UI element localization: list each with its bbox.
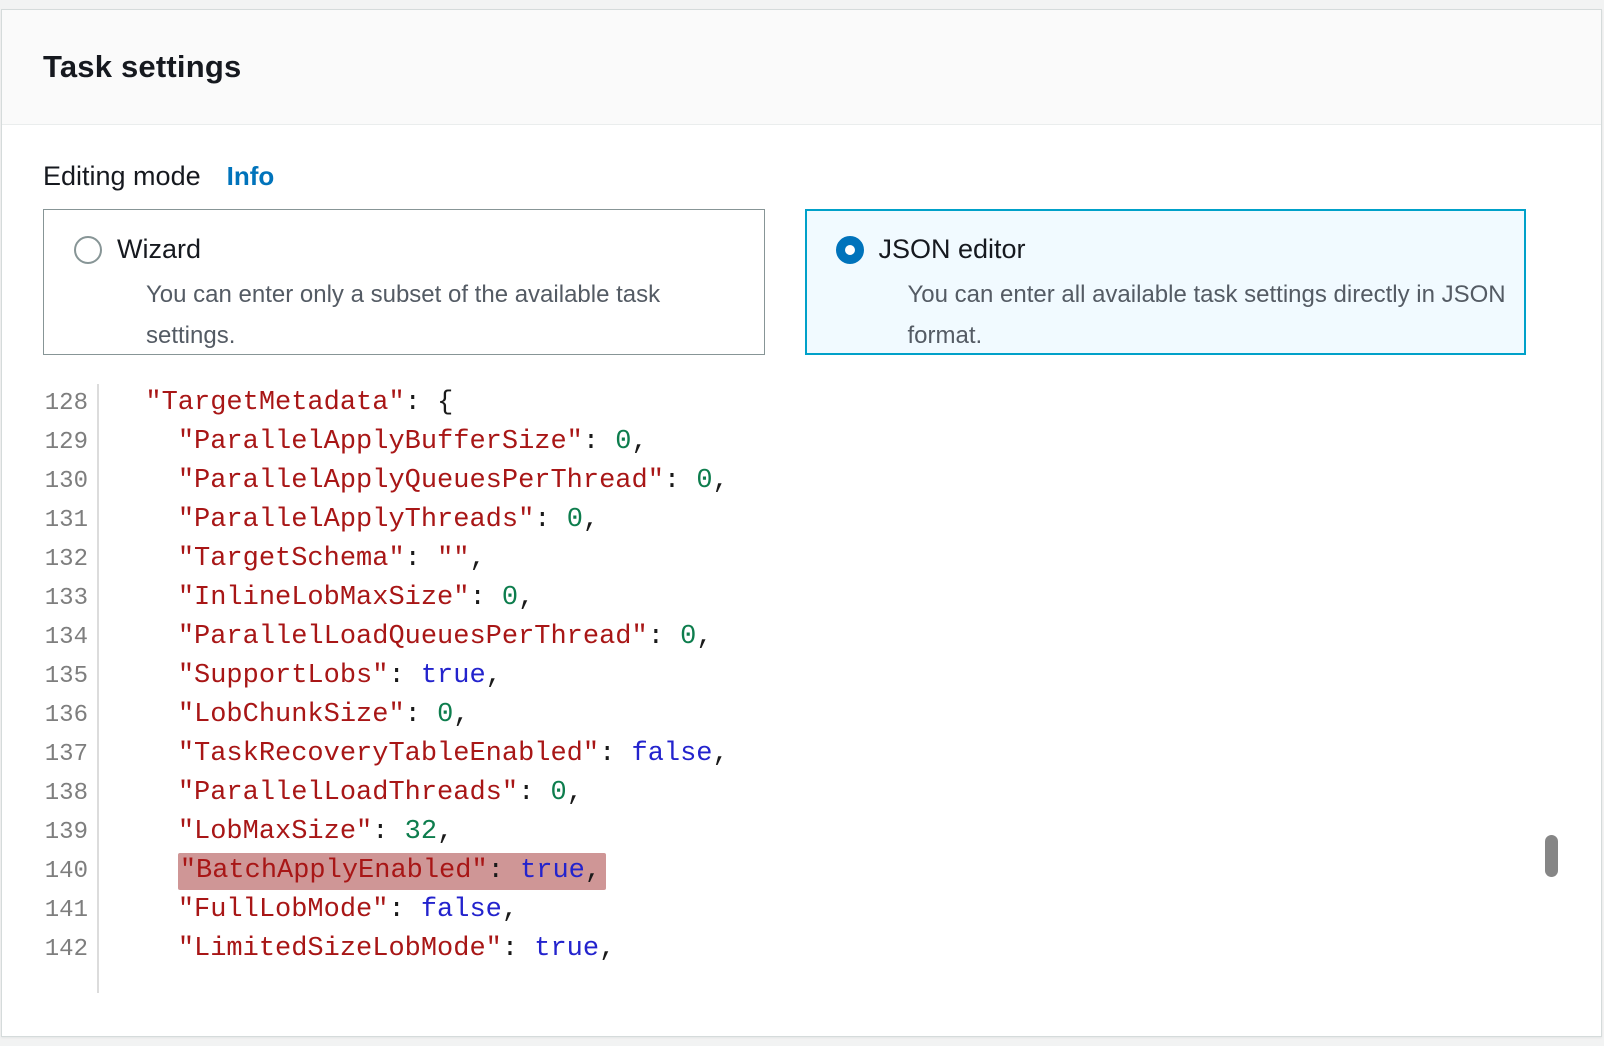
line-number: 136 [2,696,99,735]
editor-line: 142 "LimitedSizeLobMode": true, [2,930,1601,969]
wizard-option-title: Wizard [117,234,201,265]
info-link[interactable]: Info [227,161,275,192]
line-number: 138 [2,774,99,813]
editing-mode-row: Editing mode Info [43,161,1601,192]
editor-line: 129 "ParallelApplyBufferSize": 0, [2,423,1601,462]
page-title: Task settings [43,49,241,85]
panel-content: Editing mode Info Wizard You can enter o… [2,125,1601,993]
editor-line: 128 "TargetMetadata": { [2,384,1601,423]
editor-line: 134 "ParallelLoadQueuesPerThread": 0, [2,618,1601,657]
line-number: 139 [2,813,99,852]
line-number: 142 [2,930,99,969]
editor-line: 132 "TargetSchema": "", [2,540,1601,579]
editor-line: 140 "BatchApplyEnabled": true, [2,852,1601,891]
line-number: 132 [2,540,99,579]
code-line-content: "ParallelApplyQueuesPerThread": 0, [99,462,729,501]
code-line-content: "InlineLobMaxSize": 0, [99,579,534,618]
editor-line: 139 "LobMaxSize": 32, [2,813,1601,852]
code-line-content: "TaskRecoveryTableEnabled": false, [99,735,729,774]
code-line-content: "ParallelApplyBufferSize": 0, [99,423,648,462]
code-line-content: "LobMaxSize": 32, [99,813,453,852]
code-line-content: "TargetSchema": "", [99,540,486,579]
line-number: 130 [2,462,99,501]
line-number: 128 [2,384,99,423]
line-number: 129 [2,423,99,462]
editor-line: 131 "ParallelApplyThreads": 0, [2,501,1601,540]
editor-line: 130 "ParallelApplyQueuesPerThread": 0, [2,462,1601,501]
json-code-editor[interactable]: 128 "TargetMetadata": {129 "ParallelAppl… [2,384,1601,993]
wizard-option-card[interactable]: Wizard You can enter only a subset of th… [43,209,765,355]
panel-header: Task settings [2,10,1601,125]
editor-line: 141 "FullLobMode": false, [2,891,1601,930]
code-line-content: "LobChunkSize": 0, [99,696,469,735]
line-number: 134 [2,618,99,657]
json-editor-option-card[interactable]: JSON editor You can enter all available … [805,209,1527,355]
wizard-option-head: Wizard [74,234,754,265]
wizard-radio-button[interactable] [74,236,102,264]
code-line-content: "ParallelLoadThreads": 0, [99,774,583,813]
editor-gutter-stub [2,969,1601,993]
json-editor-radio-button[interactable] [836,236,864,264]
editor-line: 138 "ParallelLoadThreads": 0, [2,774,1601,813]
code-line-content: "ParallelApplyThreads": 0, [99,501,599,540]
line-number: 135 [2,657,99,696]
json-editor-option-title: JSON editor [879,234,1026,265]
line-number: 141 [2,891,99,930]
code-line-content: "BatchApplyEnabled": true, [99,852,606,891]
editor-line: 135 "SupportLobs": true, [2,657,1601,696]
editor-line: 137 "TaskRecoveryTableEnabled": false, [2,735,1601,774]
json-editor-option-head: JSON editor [836,234,1516,265]
editing-mode-label: Editing mode [43,161,201,192]
line-number: 140 [2,852,99,891]
line-number: 133 [2,579,99,618]
highlighted-code: "BatchApplyEnabled": true, [178,853,606,890]
code-line-content: "TargetMetadata": { [99,384,453,423]
code-line-content: "FullLobMode": false, [99,891,518,930]
editor-line: 136 "LobChunkSize": 0, [2,696,1601,735]
code-line-content: "LimitedSizeLobMode": true, [99,930,615,969]
json-editor-option-description: You can enter all available task setting… [908,274,1516,356]
wizard-option-description: You can enter only a subset of the avail… [146,274,754,356]
code-line-content: "SupportLobs": true, [99,657,502,696]
task-settings-panel: Task settings Editing mode Info Wizard Y… [1,9,1602,1037]
code-line-content: "ParallelLoadQueuesPerThread": 0, [99,618,713,657]
line-number: 131 [2,501,99,540]
editing-mode-options: Wizard You can enter only a subset of th… [43,209,1526,355]
vertical-scrollbar-thumb[interactable] [1545,835,1558,877]
editor-line: 133 "InlineLobMaxSize": 0, [2,579,1601,618]
line-number: 137 [2,735,99,774]
